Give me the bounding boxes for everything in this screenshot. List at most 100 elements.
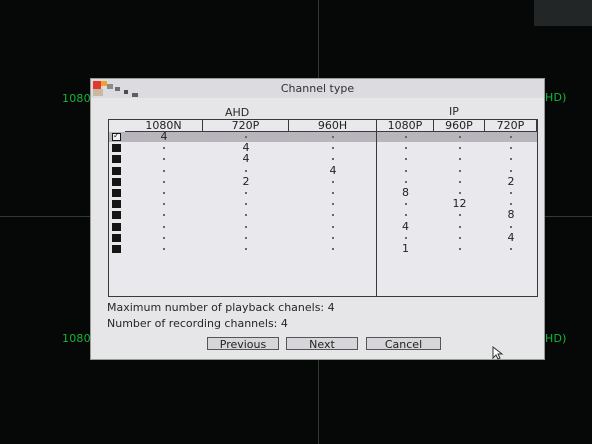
column-header-5: 720P — [485, 120, 537, 132]
empty-cell-dot[interactable] — [458, 136, 461, 138]
empty-cell-dot[interactable] — [332, 203, 334, 206]
channel-count-cell[interactable]: 4 — [154, 131, 174, 143]
column-header-2: 960H — [289, 120, 377, 132]
camera-label-bottom-right: HD) — [545, 332, 567, 345]
channel-row: 22 — [109, 175, 537, 188]
channel-row: 8 — [109, 187, 537, 199]
channel-row: 8 — [109, 209, 537, 221]
empty-cell-dot[interactable] — [245, 192, 247, 194]
channel-checkbox[interactable] — [112, 155, 121, 164]
channel-checkbox[interactable] — [112, 200, 121, 209]
channel-type-dialog: Channel type AHD IP 1080N 720P 960H 1080P 96… — [90, 78, 545, 360]
channel-checkbox[interactable] — [112, 131, 121, 141]
channel-checkbox[interactable] — [112, 189, 121, 197]
empty-cell-dot[interactable] — [245, 169, 247, 172]
channel-row: 4 — [109, 153, 537, 165]
empty-cell-dot[interactable] — [245, 225, 247, 228]
empty-cell-dot[interactable] — [404, 180, 407, 183]
empty-cell-dot[interactable] — [510, 147, 512, 150]
empty-cell-dot[interactable] — [458, 248, 461, 250]
empty-cell-dot[interactable] — [332, 248, 334, 250]
empty-cell-dot[interactable] — [332, 225, 334, 228]
empty-cell-dot[interactable] — [163, 147, 165, 150]
channel-row: 4 — [109, 164, 537, 177]
empty-cell-dot[interactable] — [510, 192, 512, 194]
channel-checkbox[interactable] — [112, 211, 121, 220]
empty-cell-dot[interactable] — [332, 158, 334, 161]
empty-cell-dot[interactable] — [163, 214, 165, 217]
channel-count-cell[interactable]: 8 — [501, 209, 521, 221]
channel-count-cell[interactable]: 4 — [501, 231, 521, 244]
empty-cell-dot[interactable] — [332, 147, 334, 150]
empty-cell-dot[interactable] — [163, 192, 165, 194]
empty-cell-dot[interactable] — [332, 180, 334, 183]
empty-cell-dot[interactable] — [404, 136, 407, 138]
empty-cell-dot[interactable] — [332, 192, 334, 194]
empty-cell-dot[interactable] — [404, 169, 407, 172]
group-label-ahd: AHD — [225, 106, 250, 119]
channel-row: 4 — [109, 142, 537, 154]
empty-cell-dot[interactable] — [458, 192, 461, 194]
next-button[interactable]: Next — [286, 337, 358, 351]
empty-cell-dot[interactable] — [458, 236, 461, 239]
empty-cell-dot[interactable] — [332, 136, 334, 138]
empty-cell-dot[interactable] — [404, 147, 407, 150]
mouse-cursor-icon — [492, 346, 504, 360]
empty-cell-dot[interactable] — [458, 180, 461, 183]
channel-grid: 1080N720P960H1080P960P720P4444228128441 — [108, 119, 538, 297]
empty-cell-dot[interactable] — [510, 136, 512, 138]
empty-cell-dot[interactable] — [404, 203, 407, 206]
empty-cell-dot[interactable] — [458, 158, 461, 161]
empty-cell-dot[interactable] — [163, 203, 165, 206]
empty-cell-dot[interactable] — [510, 248, 512, 250]
channel-count-cell[interactable]: 4 — [396, 220, 416, 233]
group-label-ip: IP — [449, 105, 459, 118]
empty-cell-dot[interactable] — [458, 169, 461, 172]
empty-cell-dot[interactable] — [404, 158, 407, 161]
empty-cell-dot[interactable] — [510, 158, 512, 161]
empty-cell-dot[interactable] — [245, 203, 247, 206]
empty-cell-dot[interactable] — [245, 248, 247, 250]
empty-cell-dot[interactable] — [458, 225, 461, 228]
previous-button[interactable]: Previous — [207, 337, 279, 351]
empty-cell-dot[interactable] — [510, 169, 512, 172]
empty-cell-dot[interactable] — [163, 236, 165, 239]
empty-cell-dot[interactable] — [510, 203, 512, 206]
cancel-button[interactable]: Cancel — [366, 337, 441, 351]
empty-cell-dot[interactable] — [332, 236, 334, 239]
channel-count-cell[interactable]: 2 — [236, 175, 256, 188]
empty-cell-dot[interactable] — [458, 214, 461, 217]
channel-checkbox[interactable] — [112, 166, 121, 175]
empty-cell-dot[interactable] — [245, 214, 247, 217]
empty-cell-dot[interactable] — [458, 147, 461, 150]
camera-label-bottom-left: 1080 — [62, 332, 91, 345]
empty-cell-dot[interactable] — [163, 248, 165, 250]
channel-checkbox[interactable] — [112, 222, 121, 231]
channel-count-cell[interactable]: 4 — [236, 153, 256, 165]
empty-cell-dot[interactable] — [163, 169, 165, 172]
channel-row: 4 — [109, 131, 537, 143]
empty-cell-dot[interactable] — [404, 236, 407, 239]
empty-cell-dot[interactable] — [245, 236, 247, 239]
column-header-3: 1080P — [377, 120, 434, 132]
empty-cell-dot[interactable] — [163, 158, 165, 161]
channel-checkbox[interactable] — [112, 177, 121, 186]
channel-checkbox[interactable] — [112, 233, 121, 242]
empty-cell-dot[interactable] — [404, 214, 407, 217]
empty-cell-dot[interactable] — [245, 136, 247, 138]
camera-label-top-right: HD) — [545, 91, 567, 104]
channel-row: 1 — [109, 243, 537, 255]
channel-count-cell[interactable]: 12 — [450, 198, 470, 210]
channel-checkbox[interactable] — [112, 144, 121, 153]
empty-cell-dot[interactable] — [163, 180, 165, 183]
channel-count-cell[interactable]: 1 — [396, 243, 416, 255]
channel-count-cell[interactable]: 4 — [323, 164, 343, 177]
channel-count-cell[interactable]: 8 — [396, 187, 416, 199]
empty-cell-dot[interactable] — [332, 214, 334, 217]
channel-row: 4 — [109, 231, 537, 244]
dialog-title: Channel type — [280, 82, 355, 95]
empty-cell-dot[interactable] — [510, 225, 512, 228]
channel-count-cell[interactable]: 2 — [501, 175, 521, 188]
empty-cell-dot[interactable] — [163, 225, 165, 228]
channel-checkbox[interactable] — [112, 245, 121, 253]
